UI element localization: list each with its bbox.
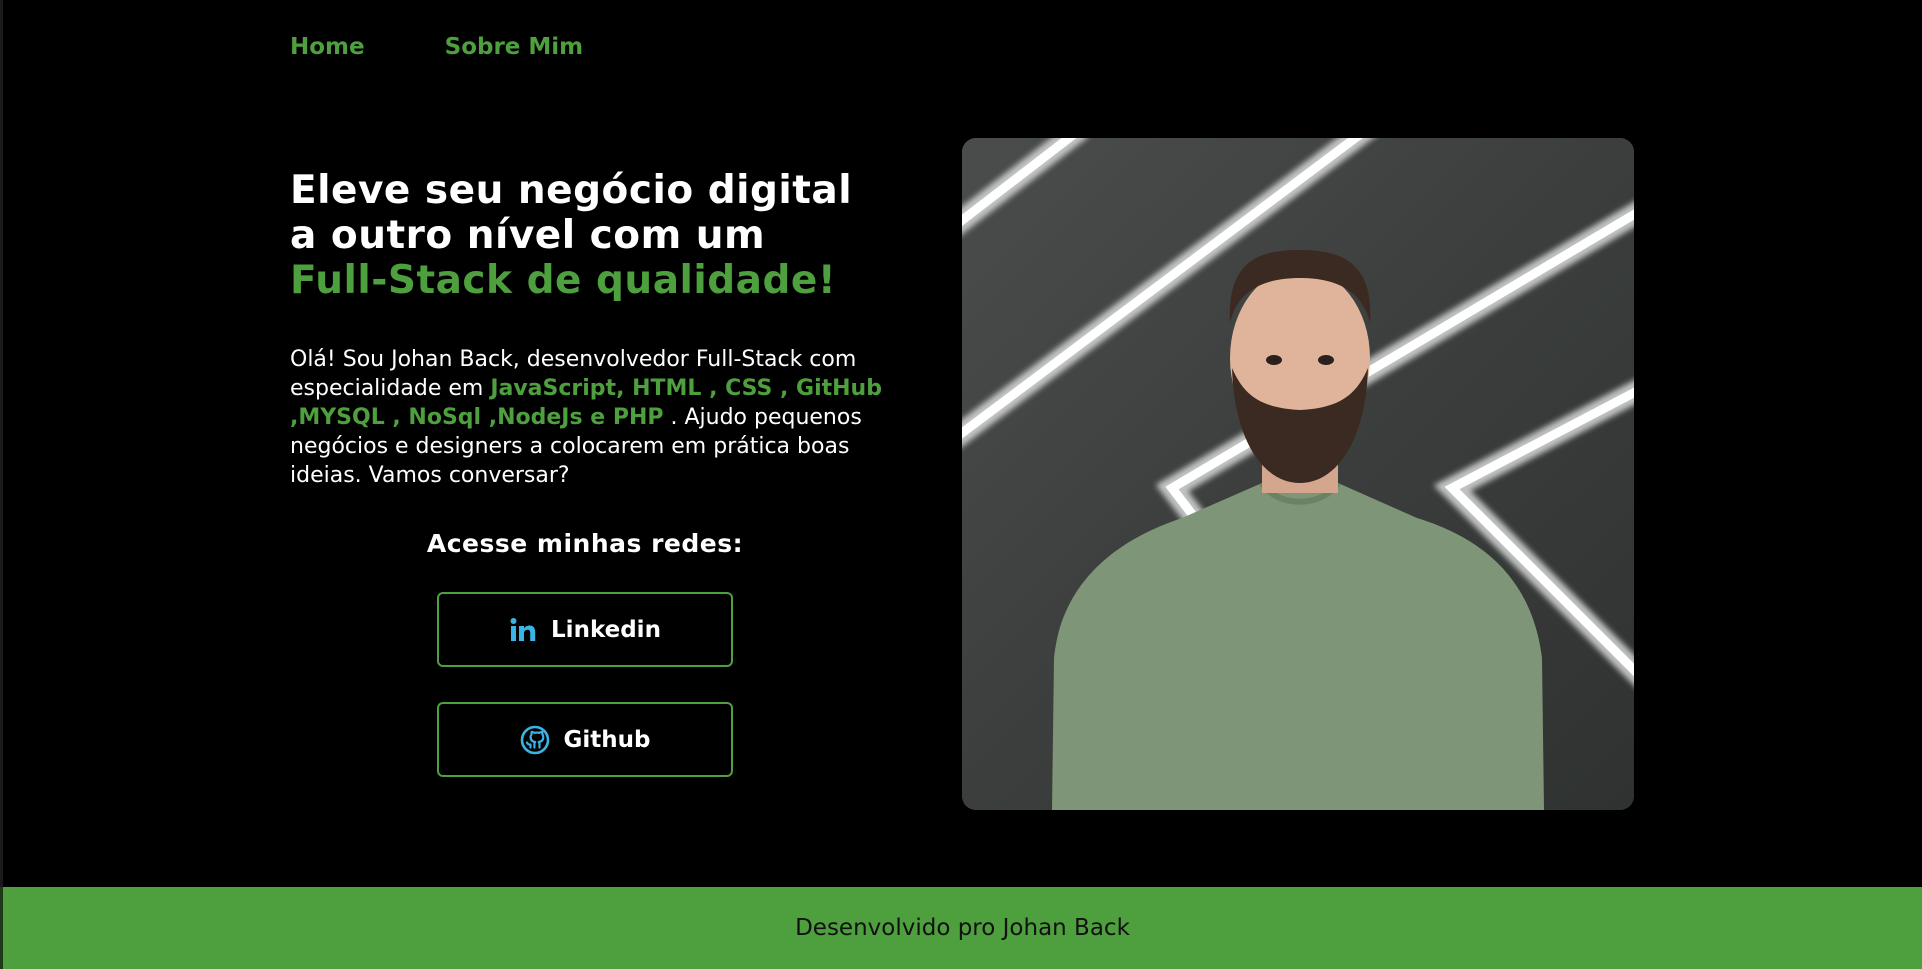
hero-title: Eleve seu negócio digital a outro nível … (290, 168, 930, 303)
linkedin-button[interactable]: Linkedin (437, 592, 733, 667)
intro-paragraph: Olá! Sou Johan Back, desenvolvedor Full-… (290, 345, 890, 490)
hero-title-line-2: a outro nível com um (290, 213, 766, 258)
profile-photo (962, 138, 1634, 810)
linkedin-label: Linkedin (551, 616, 661, 643)
nav-link-home[interactable]: Home (290, 34, 365, 60)
page: Home Sobre Mim Eleve seu negócio digital… (0, 0, 1922, 969)
linkedin-icon (509, 617, 537, 643)
github-button[interactable]: Github (437, 702, 733, 777)
hero-title-accent: Full-Stack de qualidade! (290, 258, 837, 303)
top-nav: Home Sobre Mim (290, 30, 663, 64)
footer-text: Desenvolvido pro Johan Back (795, 915, 1130, 941)
github-label: Github (563, 726, 651, 753)
nav-link-sobre-mim[interactable]: Sobre Mim (445, 34, 584, 60)
left-edge-divider (0, 0, 3, 887)
social-title: Acesse minhas redes: (426, 529, 744, 558)
github-icon (520, 725, 550, 755)
footer: Desenvolvido pro Johan Back (0, 887, 1922, 969)
hero-title-line-1: Eleve seu negócio digital (290, 168, 853, 213)
